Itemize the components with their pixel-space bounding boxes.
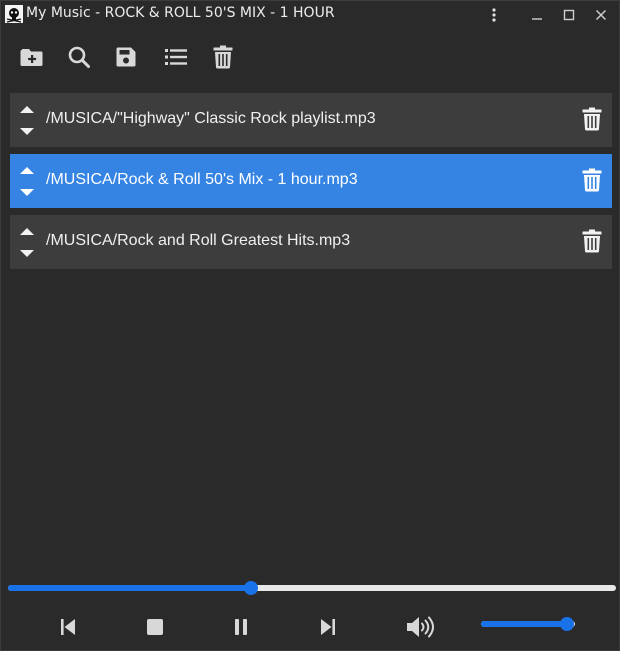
remove-track-icon[interactable] bbox=[581, 106, 603, 132]
move-down-icon[interactable] bbox=[18, 185, 36, 199]
floppy-disk-icon bbox=[116, 47, 136, 67]
volume-fill bbox=[481, 621, 568, 627]
next-icon[interactable] bbox=[316, 615, 340, 639]
seek-slider[interactable] bbox=[8, 581, 616, 595]
seek-handle[interactable] bbox=[244, 581, 259, 595]
move-down-icon[interactable] bbox=[18, 124, 36, 138]
previous-icon[interactable] bbox=[56, 615, 80, 639]
seek-fill bbox=[8, 585, 252, 591]
track-path: /MUSICA/"Highway" Classic Rock playlist.… bbox=[46, 110, 376, 127]
volume-slider[interactable] bbox=[481, 617, 577, 631]
reorder-arrows bbox=[18, 163, 36, 199]
reorder-arrows bbox=[18, 102, 36, 138]
track-path: /MUSICA/Rock & Roll 50's Mix - 1 hour.mp… bbox=[46, 171, 358, 188]
stop-icon[interactable] bbox=[143, 615, 167, 639]
move-up-icon[interactable] bbox=[18, 163, 36, 177]
title-bar[interactable]: My Music - ROCK & ROLL 50'S MIX - 1 HOUR bbox=[1, 1, 619, 29]
move-up-icon[interactable] bbox=[18, 224, 36, 238]
trash-icon bbox=[213, 45, 233, 69]
save-button[interactable] bbox=[111, 43, 141, 71]
toolbar bbox=[1, 37, 619, 77]
volume-handle[interactable] bbox=[560, 617, 575, 631]
clear-button[interactable] bbox=[208, 43, 238, 71]
minimize-icon[interactable] bbox=[526, 5, 548, 25]
window-title: My Music - ROCK & ROLL 50'S MIX - 1 HOUR bbox=[26, 5, 335, 21]
list-icon bbox=[165, 49, 187, 65]
folder-plus-icon bbox=[20, 49, 43, 66]
maximize-icon[interactable] bbox=[558, 5, 580, 25]
pause-icon[interactable] bbox=[229, 615, 253, 639]
track-path: /MUSICA/Rock and Roll Greatest Hits.mp3 bbox=[46, 232, 351, 249]
pirate-skull-icon bbox=[5, 5, 23, 23]
playlist-item[interactable]: /MUSICA/"Highway" Classic Rock playlist.… bbox=[10, 93, 612, 147]
playlist-button[interactable] bbox=[161, 43, 191, 71]
volume-high-icon[interactable] bbox=[405, 615, 437, 639]
playback-controls bbox=[1, 607, 619, 647]
search-icon bbox=[68, 46, 90, 68]
remove-track-icon[interactable] bbox=[581, 167, 603, 193]
kebab-menu-icon[interactable] bbox=[483, 5, 505, 25]
playlist-item-selected[interactable]: /MUSICA/Rock & Roll 50's Mix - 1 hour.mp… bbox=[10, 154, 612, 208]
search-button[interactable] bbox=[64, 43, 94, 71]
add-folder-button[interactable] bbox=[17, 43, 47, 71]
reorder-arrows bbox=[18, 224, 36, 260]
remove-track-icon[interactable] bbox=[581, 228, 603, 254]
close-icon[interactable] bbox=[590, 5, 612, 25]
move-up-icon[interactable] bbox=[18, 102, 36, 116]
playlist-item[interactable]: /MUSICA/Rock and Roll Greatest Hits.mp3 bbox=[10, 215, 612, 269]
move-down-icon[interactable] bbox=[18, 246, 36, 260]
music-player-window: My Music - ROCK & ROLL 50'S MIX - 1 HOUR bbox=[0, 0, 620, 651]
